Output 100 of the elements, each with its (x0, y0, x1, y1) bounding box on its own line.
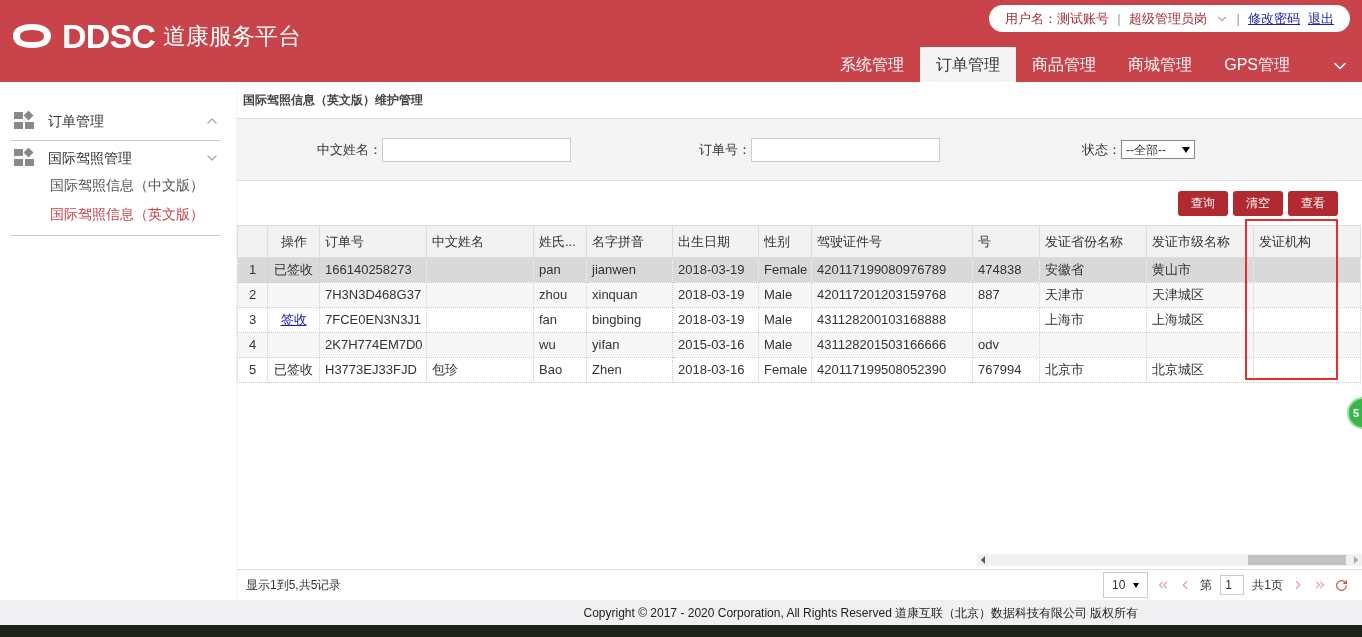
refresh-icon[interactable] (1335, 578, 1348, 592)
separator: | (1236, 9, 1240, 28)
column-header[interactable]: 发证机构 (1253, 225, 1361, 258)
table-cell: 431128201503166666 (817, 337, 947, 353)
table-cell: 天津城区 (1152, 287, 1204, 303)
table-row[interactable]: 5 已签收 H3773EJ33FJD 包珍 Bao Zhen 2018-03-16 Female 420117199508052390 767994 北京市 北京城区 (237, 357, 1361, 383)
row-number: 5 (248, 362, 257, 378)
row-number: 3 (248, 312, 257, 328)
column-header[interactable]: 号 (972, 225, 1040, 258)
action-button[interactable]: 清空 (1233, 190, 1283, 216)
page-size-select[interactable]: 10 (1102, 572, 1149, 598)
table-cell: 887 (978, 287, 1000, 303)
row-number: 1 (248, 262, 257, 278)
table-cell: 上海市 (1045, 312, 1084, 328)
table-cell: 2015-03-16 (678, 337, 745, 353)
table-cell: 420117201203159768 (817, 287, 947, 303)
nav-tab[interactable]: 系统管理 (824, 47, 921, 82)
page-input[interactable]: 1 (1220, 575, 1245, 595)
filter-label: 状态： (1082, 140, 1121, 159)
filter-input[interactable] (751, 137, 940, 162)
logo-text: DDSC (62, 15, 155, 57)
page-total: 共1页 (1252, 577, 1283, 594)
table-row[interactable]: 4 2K7H774EM7D0 wu yifan 2015-03-16 Male 431128201503166666 odv (237, 332, 1361, 358)
table-cell: bingbing (592, 312, 642, 328)
table-cell: Male (764, 337, 793, 353)
table-cell: 2K7H774EM7D0 (325, 337, 423, 353)
action-button[interactable]: 查看 (1288, 190, 1338, 216)
page-prefix: 第 (1200, 577, 1213, 594)
table-cell: 北京城区 (1152, 362, 1204, 378)
header-link[interactable]: 修改密码 (1248, 8, 1300, 29)
table-row[interactable]: 2 7H3N3D468G37 zhou xinquan 2018-03-19 Male 420117201203159768 887 天津市 天津城区 (237, 282, 1361, 308)
table-cell: Male (764, 287, 793, 303)
column-header[interactable]: 订单号 (319, 225, 427, 258)
table-cell: 上海城区 (1152, 312, 1204, 328)
platform-name: 道康服务平台 (162, 21, 301, 51)
scroll-left-icon[interactable] (981, 556, 985, 564)
header-link[interactable]: 退出 (1308, 8, 1334, 29)
table-cell: 安徽省 (1045, 262, 1084, 278)
last-page-icon[interactable] (1313, 578, 1327, 592)
dropdown-icon (1182, 146, 1190, 153)
horizontal-scrollbar[interactable] (977, 554, 1362, 566)
scroll-right-icon[interactable] (1354, 556, 1358, 564)
status-select[interactable]: --全部-- (1121, 140, 1195, 159)
column-header[interactable]: 性别 (758, 225, 812, 258)
column-header[interactable]: 操作 (267, 225, 320, 258)
table-cell: 2018-03-19 (678, 312, 745, 328)
column-header[interactable]: 中文姓名 (426, 225, 534, 258)
nav-tab[interactable]: GPS管理 (1208, 47, 1306, 82)
table-cell: yifan (592, 337, 620, 353)
user-name: 用户名：测试账号 (1005, 9, 1110, 28)
table-cell: 7FCE0EN3N3J1 (325, 312, 422, 328)
nav-tab[interactable]: 商城管理 (1112, 47, 1209, 82)
table-cell: 474838 (978, 262, 1022, 278)
action-button[interactable]: 查询 (1178, 190, 1228, 216)
table-cell: 431128200103168888 (817, 312, 947, 328)
table-cell: odv (978, 337, 999, 353)
table-cell: 7H3N3D468G37 (325, 287, 422, 303)
table-cell: 2018-03-19 (678, 287, 745, 303)
table-cell: 420117199080976789 (817, 262, 947, 278)
column-header[interactable]: 驾驶证件号 (811, 225, 973, 258)
dropdown-icon (1133, 582, 1140, 588)
table-cell: Female (764, 262, 808, 278)
table-cell: 黄山市 (1152, 262, 1191, 278)
column-header[interactable] (237, 225, 268, 258)
copyright-text: Copyright © 2017 - 2020 Corporation, All Rights Reserved 道康互联（北京）数据科技有限公司 版权所有 (583, 604, 1139, 622)
table-row[interactable]: 3 签收 7FCE0EN3N3J1 fan bingbing 2018-03-19 Male 431128200103168888 上海市 上海城区 (237, 307, 1361, 333)
sidebar-item[interactable]: 国际驾照信息（中文版） (10, 171, 220, 200)
table-cell: Male (764, 312, 793, 328)
status-text: 已签收 (274, 362, 313, 378)
breadcrumb: 国际驾照信息（英文版）维护管理 (237, 82, 1362, 119)
table-cell: 2018-03-16 (678, 362, 745, 378)
separator: | (1117, 9, 1121, 28)
table-row[interactable]: 1 已签收 166140258273 pan jianwen 2018-03-19 Female 420117199080976789 474838 安徽省 黄山市 (237, 257, 1361, 283)
nav-tab[interactable]: 订单管理 (920, 47, 1017, 82)
table-cell: 767994 (978, 362, 1022, 378)
sidebar-item[interactable]: 国际驾照信息（英文版） (10, 200, 220, 229)
record-count: 显示1到5,共5记录 (246, 577, 342, 594)
column-header[interactable]: 姓氏... (533, 225, 587, 258)
column-header[interactable]: 发证市级名称 (1146, 225, 1254, 258)
table-cell: 166140258273 (325, 262, 412, 278)
table-cell: Zhen (592, 362, 622, 378)
table-cell: Bao (539, 362, 563, 378)
sidebar-group[interactable]: 国际驾照管理 (10, 145, 220, 171)
grid-icon (14, 148, 36, 168)
table-cell: 420117199508052390 (817, 362, 947, 378)
group-label: 订单管理 (48, 111, 105, 131)
column-header[interactable]: 出生日期 (672, 225, 759, 258)
table-cell: 北京市 (1045, 362, 1084, 378)
table-cell: jianwen (592, 262, 637, 278)
column-header[interactable]: 名字拼音 (586, 225, 673, 258)
row-number: 4 (248, 337, 257, 353)
table-cell: zhou (539, 287, 568, 303)
sidebar-group[interactable]: 订单管理 (10, 108, 220, 134)
grid-icon (14, 111, 36, 131)
role-dropdown[interactable]: 超级管理员岗 (1128, 8, 1229, 29)
nav-tab[interactable]: 商品管理 (1016, 47, 1113, 82)
scroll-thumb[interactable] (1248, 555, 1346, 565)
filter-input[interactable] (382, 137, 571, 162)
group-label: 国际驾照管理 (48, 148, 133, 168)
column-header[interactable]: 发证省份名称 (1039, 225, 1147, 258)
